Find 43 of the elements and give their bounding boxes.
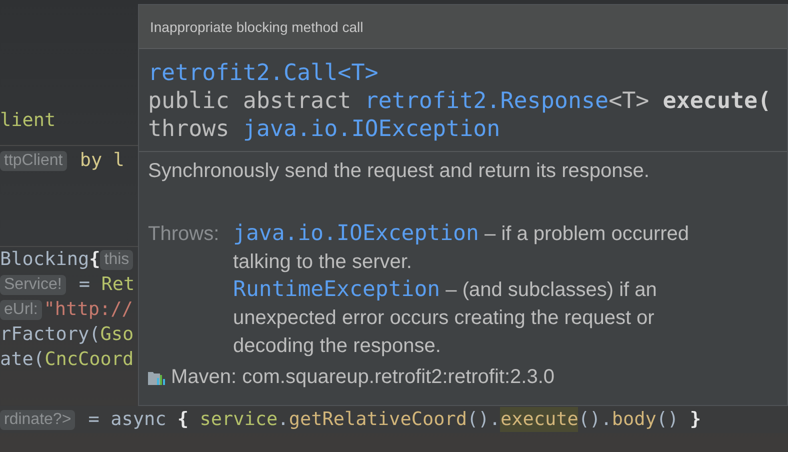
code-text: = bbox=[78, 273, 92, 297]
code-text: Gso bbox=[100, 323, 134, 347]
exception-link[interactable]: java.io.IOException bbox=[233, 221, 479, 246]
exception-description: RuntimeException – (and subclasses) if an unexpected error occurs creating the request or decoding the response. bbox=[233, 276, 658, 359]
inlay-hint: Service! bbox=[0, 274, 66, 294]
code-text: service bbox=[198, 408, 278, 432]
method-name: execute( bbox=[662, 88, 772, 114]
code-text: rFactory( bbox=[0, 323, 100, 347]
description-text: Synchronously send the request and return its response. bbox=[148, 159, 650, 184]
throws-label: Throws: bbox=[148, 222, 220, 247]
code-text: getRelativeCoord bbox=[288, 408, 468, 432]
type-link[interactable]: retrofit2.Response bbox=[364, 88, 609, 114]
inlay-hint: rdinate?> bbox=[0, 410, 76, 430]
code-text: (). bbox=[467, 408, 500, 432]
code-text: () bbox=[656, 408, 680, 432]
code-text: { bbox=[89, 248, 100, 272]
code-text: } bbox=[690, 408, 701, 432]
code-text: Ret bbox=[101, 273, 135, 297]
code-text: CncCoord bbox=[44, 348, 134, 372]
type-link[interactable]: java.io.IOException bbox=[242, 116, 500, 142]
signature-text: public abstract bbox=[148, 88, 352, 114]
code-text: lient bbox=[0, 109, 56, 133]
exception-description: java.io.IOException – if a problem occurred talking to the server. bbox=[233, 220, 690, 275]
signature-text: <T> bbox=[608, 88, 650, 114]
type-link[interactable]: retrofit2.Call<T> bbox=[148, 60, 378, 86]
code-text: { bbox=[177, 408, 189, 432]
code-text: ate( bbox=[0, 348, 45, 372]
code-text: body bbox=[612, 408, 656, 432]
code-text: . bbox=[278, 408, 289, 432]
code-text: = async bbox=[87, 408, 168, 432]
code-text: by l bbox=[78, 149, 124, 173]
code-text: execute bbox=[500, 407, 578, 432]
code-text: Blocking bbox=[0, 248, 90, 272]
library-source: Maven: com.squareup.retrofit2:retrofit:2.3.0 bbox=[171, 365, 555, 390]
library-icon bbox=[148, 370, 165, 384]
signature-text: throws bbox=[148, 116, 230, 142]
inlay-hint: eUrl: bbox=[0, 300, 42, 320]
code-text: (). bbox=[578, 408, 612, 432]
exception-link[interactable]: RuntimeException bbox=[233, 277, 440, 302]
popup-title: Inappropriate blocking method call bbox=[150, 18, 364, 34]
inlay-hint: ttpClient bbox=[0, 150, 67, 170]
code-text: "http:// bbox=[44, 298, 133, 322]
inlay-hint: this bbox=[100, 250, 134, 270]
